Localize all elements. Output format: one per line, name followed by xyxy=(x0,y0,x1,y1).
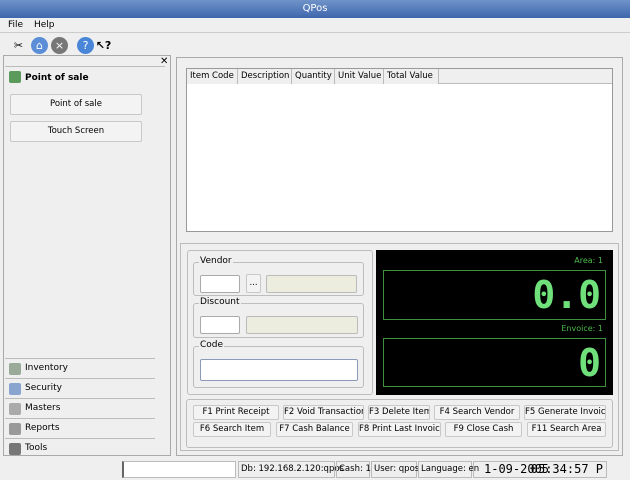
column-item-code[interactable]: Item Code xyxy=(187,69,238,84)
status-language: Language: en xyxy=(418,461,479,478)
column-total-value[interactable]: Total Value xyxy=(384,69,439,84)
vendor-code-input[interactable] xyxy=(200,275,240,293)
total-display: 0.0 xyxy=(383,270,606,320)
window-title: QPos xyxy=(302,3,328,14)
discount-description-field xyxy=(246,316,358,334)
f1-print-receipt-button[interactable]: F1 Print Receipt xyxy=(193,405,279,420)
customer-display: Area: 1 0.0 Envoice: 1 0 xyxy=(376,250,613,395)
inventory-icon xyxy=(9,363,21,375)
f4-search-vendor-button[interactable]: F4 Search Vendor xyxy=(434,405,520,420)
whats-this-icon[interactable]: ↖? xyxy=(95,37,112,54)
menu-bar: File Help xyxy=(0,18,630,32)
status-cash: Cash: 1 xyxy=(336,461,371,478)
f5-generate-invoice-button[interactable]: F5 Generate Invoice xyxy=(524,405,606,420)
vendor-name-field xyxy=(266,275,357,293)
menu-help[interactable]: Help xyxy=(34,18,55,32)
f3-delete-item-button[interactable]: F3 Delete Item xyxy=(368,405,430,420)
area-label: Area: 1 xyxy=(574,256,603,265)
f9-close-cash-button[interactable]: F9 Close Cash xyxy=(445,422,522,437)
home-icon[interactable]: ⌂ xyxy=(31,37,48,54)
status-user: User: qpos xyxy=(371,461,419,478)
help-icon[interactable]: ? xyxy=(77,37,94,54)
sidebar-tab-reports[interactable]: Reports xyxy=(5,418,155,438)
menu-file[interactable]: File xyxy=(8,18,23,32)
sidebar-tab-masters[interactable]: Masters xyxy=(5,398,155,418)
touch-screen-button[interactable]: Touch Screen xyxy=(10,121,142,142)
cash-icon xyxy=(9,71,21,83)
point-of-sale-button[interactable]: Point of sale xyxy=(10,94,142,115)
sidebar: ✕ Point of sale Point of sale Touch Scre… xyxy=(3,55,171,456)
invoice-label: Envoice: 1 xyxy=(561,324,603,333)
sidebar-tab-tools[interactable]: Tools xyxy=(5,438,155,458)
status-db: Db: 192.168.2.120:qpos xyxy=(238,461,344,478)
column-quantity[interactable]: Quantity xyxy=(292,69,335,84)
title-bar: QPos xyxy=(0,0,630,18)
total-value: 0.0 xyxy=(532,273,601,317)
toolbar: ✂ ⌂ × ? ↖? xyxy=(0,32,630,56)
discount-input[interactable] xyxy=(200,316,240,334)
f8-print-last-invoice-button[interactable]: F8 Print Last Invoice xyxy=(358,422,441,437)
column-description[interactable]: Description xyxy=(238,69,292,84)
status-datetime: 1-09-2005 05:34:57 P xyxy=(473,461,607,478)
sidebar-header[interactable]: Point of sale xyxy=(5,66,165,89)
sidebar-tab-security[interactable]: Security xyxy=(5,378,155,398)
report-icon xyxy=(9,423,21,435)
f11-search-area-button[interactable]: F11 Search Area xyxy=(527,422,606,437)
count-value: 0 xyxy=(578,341,601,385)
sidebar-header-label: Point of sale xyxy=(25,73,89,83)
tools-icon xyxy=(9,443,21,455)
f7-cash-balance-button[interactable]: F7 Cash Balance xyxy=(276,422,353,437)
status-time: 05:34:57 P xyxy=(530,462,603,476)
f6-search-item-button[interactable]: F6 Search Item xyxy=(193,422,271,437)
documents-icon xyxy=(9,403,21,415)
keys-icon xyxy=(9,383,21,395)
vendor-browse-button[interactable]: ... xyxy=(246,274,261,293)
column-unit-value[interactable]: Unit Value xyxy=(335,69,384,84)
count-display: 0 xyxy=(383,338,606,387)
f2-void-transaction-button[interactable]: F2 Void Transaction xyxy=(283,405,364,420)
items-table[interactable]: Item Code Description Quantity Unit Valu… xyxy=(186,68,613,232)
tools-icon[interactable]: ✂ xyxy=(10,37,27,54)
sidebar-tab-inventory[interactable]: Inventory xyxy=(5,358,155,378)
code-input[interactable] xyxy=(200,359,358,381)
status-input[interactable] xyxy=(122,461,236,478)
stop-icon[interactable]: × xyxy=(51,37,68,54)
